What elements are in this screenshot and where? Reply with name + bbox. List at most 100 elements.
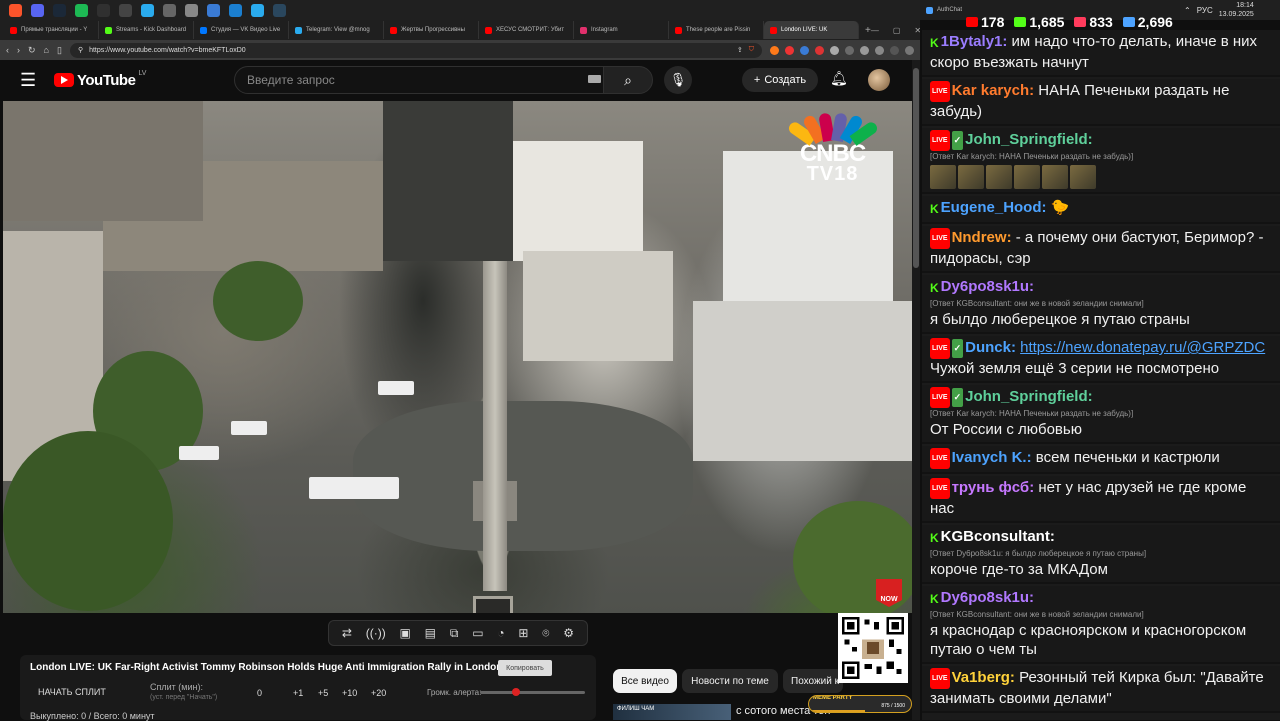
chat-username[interactable]: Ivanych K.: bbox=[952, 449, 1032, 466]
chat-username[interactable]: Eugene_Hood: bbox=[941, 199, 1047, 216]
browser-tab[interactable]: London LIVE: UK bbox=[764, 21, 859, 39]
extension-icon[interactable] bbox=[830, 45, 839, 55]
obs-icon[interactable] bbox=[92, 0, 114, 20]
zoom-icon[interactable]: ⊞ bbox=[518, 626, 528, 640]
broadcast-icon[interactable]: ((·)) bbox=[366, 626, 386, 640]
app2-icon[interactable] bbox=[158, 0, 180, 20]
brave-shield-icon[interactable]: ⛉ bbox=[749, 46, 754, 54]
split-plus-1-button[interactable]: +1 bbox=[293, 688, 303, 698]
create-button[interactable]: + Создать bbox=[742, 68, 818, 92]
clock[interactable]: 18:14 13.09.2025 bbox=[1219, 1, 1254, 19]
browser-tab[interactable]: Студия — VK Видео Live bbox=[194, 21, 289, 39]
reload-icon[interactable]: ↻ bbox=[28, 45, 36, 56]
slider-knob[interactable] bbox=[511, 688, 520, 696]
app-icon[interactable] bbox=[114, 0, 136, 20]
steam2-icon[interactable] bbox=[268, 0, 290, 20]
app5-icon[interactable] bbox=[224, 0, 246, 20]
cinema-icon[interactable]: ▭ bbox=[472, 626, 483, 640]
chevron-up-icon[interactable]: ⌃ bbox=[1184, 6, 1191, 15]
brave-icon[interactable] bbox=[4, 0, 26, 20]
site-info-icon[interactable]: ⚲ bbox=[78, 46, 83, 54]
chip-all-videos[interactable]: Все видео bbox=[613, 669, 677, 693]
film-icon[interactable]: ▤ bbox=[425, 626, 436, 640]
copy-button[interactable]: Копировать bbox=[498, 660, 552, 676]
browser-tab[interactable]: ХЕСУС СМОТРИТ: Убит bbox=[479, 21, 574, 39]
chat-username[interactable]: John_Springfield: bbox=[965, 388, 1093, 405]
split-plus-5-button[interactable]: +5 bbox=[318, 688, 328, 698]
youtube-play-icon bbox=[54, 73, 74, 87]
minimize-icon[interactable]: — bbox=[871, 26, 879, 35]
spotify-icon[interactable] bbox=[70, 0, 92, 20]
search-input[interactable]: Введите запрос bbox=[234, 66, 614, 94]
loop-icon[interactable]: ⇄ bbox=[342, 626, 352, 640]
sidebar-icon[interactable] bbox=[890, 45, 899, 55]
url-field[interactable]: ⚲ https://www.youtube.com/watch?v=bmeKFT… bbox=[69, 42, 762, 58]
back-icon[interactable]: ‹ bbox=[6, 45, 9, 55]
bell-icon[interactable]: 🔔︎ bbox=[830, 70, 848, 87]
chat-username[interactable]: Va1berg: bbox=[952, 669, 1015, 686]
home-icon[interactable]: ⌂ bbox=[44, 45, 49, 55]
browser-tab[interactable]: Жертвы Прогрессивны bbox=[384, 21, 479, 39]
app4-icon[interactable] bbox=[202, 0, 224, 20]
extension-icon[interactable] bbox=[860, 45, 869, 55]
forward-icon[interactable]: › bbox=[17, 45, 20, 55]
close-icon[interactable]: ✕ bbox=[914, 26, 921, 35]
speed-icon[interactable]: ◔ bbox=[497, 626, 504, 640]
chip-similar[interactable]: Похожий к bbox=[783, 669, 843, 693]
chip-related-news[interactable]: Новости по теме bbox=[682, 669, 778, 693]
browser-tab[interactable]: Streams - Kick Dashboard bbox=[99, 21, 194, 39]
extension-icon[interactable] bbox=[770, 45, 779, 55]
share-icon[interactable]: ⇪ bbox=[737, 46, 743, 54]
browser-tab[interactable]: These people are Pissin bbox=[669, 21, 764, 39]
chat-username[interactable]: трунь фсб: bbox=[952, 479, 1035, 496]
keyboard-icon[interactable] bbox=[588, 75, 601, 83]
avatar[interactable] bbox=[868, 69, 890, 91]
chat-reply-quote: [Ответ Kar karych: НАНА Печеньки раздать… bbox=[930, 409, 1134, 418]
discord-icon[interactable] bbox=[26, 0, 48, 20]
chat-username[interactable]: Kar karych: bbox=[952, 82, 1035, 99]
bookmark-icon[interactable]: ▯ bbox=[57, 45, 62, 56]
screenshot-icon[interactable]: ⌾ bbox=[542, 626, 549, 641]
chat-link[interactable]: https://new.donatepay.ru/@GRPZDC bbox=[1020, 339, 1265, 356]
rec-thumbnail[interactable]: ФИЛИШ ЧАМ bbox=[613, 704, 731, 720]
pip-icon[interactable]: ⧉ bbox=[450, 626, 459, 641]
app3-icon[interactable] bbox=[180, 0, 202, 20]
extension-icon[interactable] bbox=[800, 45, 809, 55]
scrollbar-thumb[interactable] bbox=[913, 68, 919, 268]
browser-tab[interactable]: Instagram bbox=[574, 21, 669, 39]
steam-icon[interactable] bbox=[48, 0, 70, 20]
app6-icon[interactable] bbox=[246, 0, 268, 20]
search-button[interactable]: ⌕ bbox=[603, 66, 653, 94]
extension-icon[interactable] bbox=[785, 45, 794, 55]
meme-party-count: 875 / 1500 bbox=[881, 703, 905, 709]
media-icon[interactable] bbox=[905, 45, 914, 55]
extension-icon[interactable] bbox=[845, 45, 854, 55]
chat-username[interactable]: Dy6po8sk1u: bbox=[941, 278, 1034, 295]
alert-volume-slider[interactable] bbox=[480, 688, 585, 696]
split-plus-20-button[interactable]: +20 bbox=[371, 688, 386, 698]
chat-feed[interactable]: K 1Bytaly1: им надо что-то делать, иначе … bbox=[922, 30, 1280, 720]
video-player[interactable]: CNBC TV18 NOW bbox=[3, 101, 912, 613]
chat-username[interactable]: 1Bytaly1: bbox=[941, 33, 1008, 50]
browser-tab[interactable]: Прямые трансляции - Y bbox=[4, 21, 99, 39]
puzzle-icon[interactable] bbox=[875, 45, 884, 55]
start-split-button[interactable]: НАЧАТЬ СПЛИТ bbox=[38, 687, 106, 697]
youtube-logo[interactable]: YouTube LV bbox=[54, 70, 146, 89]
chat-username[interactable]: Dy6po8sk1u: bbox=[941, 589, 1034, 606]
spotify-glyph bbox=[74, 3, 88, 17]
gear-icon[interactable]: ⚙ bbox=[563, 626, 574, 640]
voice-search-button[interactable]: 🎙 bbox=[664, 66, 692, 94]
hamburger-menu-icon[interactable]: ☰ bbox=[20, 70, 40, 91]
language-indicator[interactable]: РУС bbox=[1197, 6, 1213, 15]
chat-username[interactable]: Nndrew: bbox=[952, 229, 1012, 246]
screen-icon[interactable]: ▣ bbox=[400, 626, 411, 640]
extension-icon[interactable] bbox=[815, 45, 824, 55]
telegram-icon[interactable] bbox=[136, 0, 158, 20]
chat-username[interactable]: KGBconsultant: bbox=[941, 528, 1055, 545]
split-plus-10-button[interactable]: +10 bbox=[342, 688, 357, 698]
browser-tab[interactable]: Telegram: View @mnog bbox=[289, 21, 384, 39]
chat-username[interactable]: John_Springfield: bbox=[965, 131, 1093, 148]
maximize-icon[interactable]: ▢ bbox=[893, 26, 901, 35]
chat-username[interactable]: Dunck: bbox=[965, 339, 1016, 356]
page-scrollbar[interactable] bbox=[912, 60, 920, 720]
